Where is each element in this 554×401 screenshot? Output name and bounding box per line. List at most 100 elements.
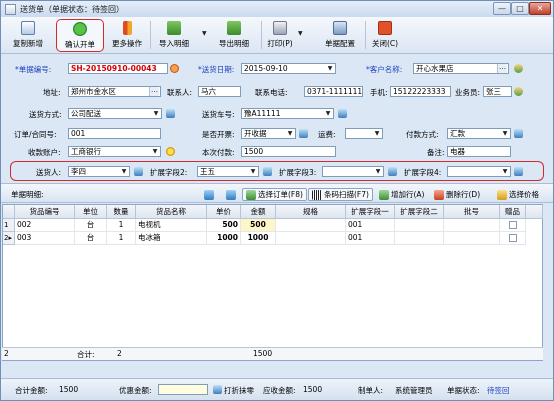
cell-unit[interactable]: 台: [75, 219, 107, 232]
move-up-button[interactable]: [204, 188, 216, 201]
cell-code[interactable]: 002: [15, 219, 75, 232]
cell-ext2[interactable]: [395, 219, 444, 232]
cell-code[interactable]: 003: [15, 232, 75, 245]
discount-round-icon[interactable]: [213, 385, 222, 394]
freight-select[interactable]: ▼: [345, 128, 383, 139]
mobile-field[interactable]: 15122223333: [390, 86, 451, 97]
move-down-button[interactable]: [226, 188, 238, 201]
import-detail-button[interactable]: 导入明细: [153, 19, 195, 52]
refresh-icon[interactable]: [170, 64, 179, 73]
address-field[interactable]: 郑州市金水区 …: [68, 86, 161, 97]
cell-gift[interactable]: [500, 232, 526, 245]
cell-price[interactable]: 1000: [207, 232, 241, 245]
round-label[interactable]: 打折抹零: [224, 385, 254, 396]
ext3-edit-icon[interactable]: [388, 167, 397, 176]
deliverer-dropdown-icon[interactable]: ▼: [120, 168, 128, 175]
print-dropdown-arrow-icon[interactable]: ▼: [298, 30, 303, 37]
detail-grid[interactable]: 货品编号 单位 数量 货品名称 单价 金额 规格 扩展字段一 扩展字段二 批号 …: [2, 204, 543, 361]
col-header-amount[interactable]: 金额: [241, 205, 276, 219]
account-select[interactable]: 工商银行 ▼: [68, 146, 161, 157]
copy-new-button[interactable]: 复制新增: [3, 19, 53, 52]
cell-price[interactable]: 500: [207, 219, 241, 232]
more-operations-button[interactable]: 更多操作: [109, 19, 145, 52]
cell-spec[interactable]: [276, 232, 346, 245]
payment-select[interactable]: 汇款 ▼: [447, 128, 511, 139]
cell-gift[interactable]: [500, 219, 526, 232]
col-header-ext2[interactable]: 扩展字段二: [395, 205, 444, 219]
invoice-dropdown-icon[interactable]: ▼: [286, 130, 294, 137]
order-no-field[interactable]: 001: [68, 128, 161, 139]
add-row-button[interactable]: 增加行(A): [379, 188, 424, 201]
remark-field[interactable]: 电器: [447, 146, 511, 157]
ext2-select[interactable]: 王五 ▼: [197, 166, 259, 177]
col-header-price[interactable]: 单价: [207, 205, 241, 219]
col-header-qty[interactable]: 数量: [107, 205, 136, 219]
col-header-spec[interactable]: 规格: [276, 205, 346, 219]
ship-method-select[interactable]: 公司配送 ▼: [68, 108, 162, 119]
customer-person-icon[interactable]: [514, 64, 523, 73]
lightbulb-icon[interactable]: [166, 147, 175, 156]
deliverer-edit-icon[interactable]: [134, 167, 143, 176]
vehicle-select[interactable]: 豫A11111 ▼: [241, 108, 334, 119]
barcode-scan-button[interactable]: 条码扫描(F7): [308, 188, 373, 201]
cell-amount[interactable]: 1000: [241, 232, 276, 245]
ext4-select[interactable]: ▼: [447, 166, 511, 177]
ext2-edit-icon[interactable]: [263, 167, 272, 176]
cell-name[interactable]: 电冰箱: [136, 232, 207, 245]
gift-checkbox[interactable]: [508, 221, 517, 229]
col-header-batch[interactable]: 批号: [444, 205, 500, 219]
cell-spec[interactable]: [276, 219, 346, 232]
col-header-name[interactable]: 货品名称: [136, 205, 207, 219]
doc-no-field[interactable]: SH-20150910-00043: [68, 63, 168, 74]
contact-field[interactable]: 马六: [198, 86, 241, 97]
print-button[interactable]: 打印(P): [265, 19, 295, 52]
col-header-code[interactable]: 货品编号: [15, 205, 75, 219]
cell-batch[interactable]: [444, 219, 500, 232]
close-window-button[interactable]: ✕: [529, 2, 551, 15]
import-dropdown-arrow-icon[interactable]: ▼: [202, 30, 207, 37]
ext4-dropdown-icon[interactable]: ▼: [501, 168, 509, 175]
confirm-issue-button[interactable]: 确认开单: [56, 19, 104, 52]
ext4-edit-icon[interactable]: [514, 167, 523, 176]
account-dropdown-icon[interactable]: ▼: [151, 148, 159, 155]
select-order-button[interactable]: 选择订单(F8): [242, 188, 307, 201]
col-header-ext1[interactable]: 扩展字段一: [346, 205, 395, 219]
address-browse-button[interactable]: …: [149, 87, 159, 96]
customer-field[interactable]: 开心水果店 …: [413, 63, 509, 74]
cell-unit[interactable]: 台: [75, 232, 107, 245]
vehicle-edit-icon[interactable]: [338, 109, 347, 118]
cell-ext2[interactable]: [395, 232, 444, 245]
cell-ext1[interactable]: 001: [346, 219, 395, 232]
phone-field[interactable]: 0371-11111111: [304, 86, 363, 97]
col-header-gift[interactable]: 赠品: [500, 205, 526, 219]
close-button[interactable]: 关闭(C): [369, 19, 401, 52]
minimize-button[interactable]: —: [493, 2, 511, 15]
payment-dropdown-icon[interactable]: ▼: [501, 130, 509, 137]
date-dropdown-icon[interactable]: ▼: [326, 65, 334, 72]
salesman-field[interactable]: 张三: [483, 86, 512, 97]
delete-row-button[interactable]: 删除行(D): [434, 188, 480, 201]
cell-ext1[interactable]: 001: [346, 232, 395, 245]
deliverer-select[interactable]: 李四 ▼: [68, 166, 130, 177]
cell-qty[interactable]: 1: [107, 219, 136, 232]
payment-edit-icon[interactable]: [514, 129, 523, 138]
cell-batch[interactable]: [444, 232, 500, 245]
select-price-button[interactable]: 选择价格: [497, 188, 539, 201]
invoice-edit-icon[interactable]: [299, 129, 308, 138]
date-field[interactable]: 2015-09-10 ▼: [241, 63, 336, 74]
ship-method-dropdown-icon[interactable]: ▼: [152, 110, 160, 117]
this-payment-field[interactable]: 1500: [241, 146, 336, 157]
vehicle-dropdown-icon[interactable]: ▼: [324, 110, 332, 117]
ext3-select[interactable]: ▼: [322, 166, 384, 177]
export-detail-button[interactable]: 导出明细: [213, 19, 255, 52]
ship-method-edit-icon[interactable]: [166, 109, 175, 118]
salesman-person-icon[interactable]: [514, 87, 523, 96]
ext2-dropdown-icon[interactable]: ▼: [249, 168, 257, 175]
cell-name[interactable]: 电视机: [136, 219, 207, 232]
document-config-button[interactable]: 单据配置: [320, 19, 360, 52]
freight-dropdown-icon[interactable]: ▼: [373, 130, 381, 137]
customer-browse-button[interactable]: …: [497, 64, 507, 73]
invoice-select[interactable]: 开收据 ▼: [241, 128, 296, 139]
cell-qty[interactable]: 1: [107, 232, 136, 245]
discount-field[interactable]: [158, 384, 208, 395]
